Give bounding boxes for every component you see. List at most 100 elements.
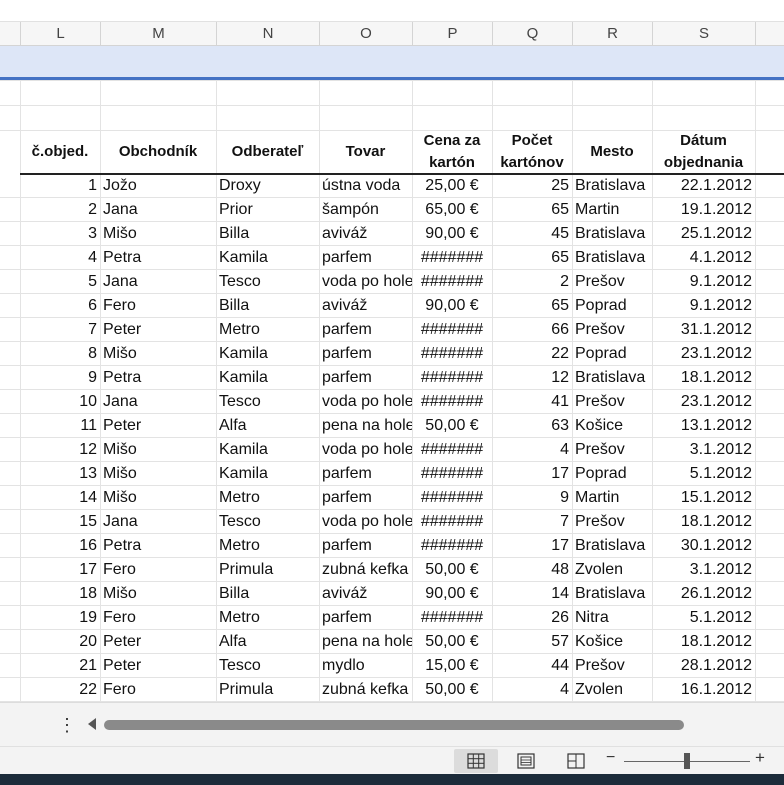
- cell-odberatel[interactable]: Droxy: [216, 174, 319, 198]
- cell-datum[interactable]: 15.1.2012: [652, 486, 755, 510]
- cell-obchodnik[interactable]: Jana: [100, 270, 216, 294]
- cell-odberatel[interactable]: Metro: [216, 318, 319, 342]
- cell-tovar[interactable]: zubná kefka: [319, 678, 412, 702]
- cell-tovar[interactable]: zubná kefka: [319, 558, 412, 582]
- cell-obchodnik[interactable]: Fero: [100, 678, 216, 702]
- vertical-dots-icon[interactable]: ⋮: [58, 715, 76, 735]
- cell-tovar[interactable]: parfem: [319, 462, 412, 486]
- cell-order-number[interactable]: 11: [20, 414, 100, 438]
- page-break-button[interactable]: [554, 749, 598, 773]
- cell-order-number[interactable]: 21: [20, 654, 100, 678]
- cell-tovar[interactable]: aviváž: [319, 294, 412, 318]
- cell-odberatel[interactable]: Alfa: [216, 630, 319, 654]
- cell-pocet[interactable]: 65: [492, 294, 572, 318]
- cell-order-number[interactable]: 5: [20, 270, 100, 294]
- cell-mesto[interactable]: Prešov: [572, 654, 652, 678]
- cell-mesto[interactable]: Zvolen: [572, 558, 652, 582]
- header-mesto[interactable]: Mesto: [572, 130, 652, 174]
- cell-datum[interactable]: 18.1.2012: [652, 366, 755, 390]
- cell-cena[interactable]: 50,00 €: [412, 558, 492, 582]
- cell-datum[interactable]: 3.1.2012: [652, 438, 755, 462]
- cell-datum[interactable]: 3.1.2012: [652, 558, 755, 582]
- cell-obchodnik[interactable]: Jana: [100, 510, 216, 534]
- column-header-p[interactable]: P: [412, 22, 492, 46]
- cell-mesto[interactable]: Poprad: [572, 294, 652, 318]
- cell-odberatel[interactable]: Metro: [216, 486, 319, 510]
- header-obchodnik[interactable]: Obchodník: [100, 130, 216, 174]
- cell-datum[interactable]: 4.1.2012: [652, 246, 755, 270]
- cell-pocet[interactable]: 65: [492, 246, 572, 270]
- column-header-l[interactable]: L: [20, 22, 100, 46]
- cell-obchodnik[interactable]: Mišo: [100, 486, 216, 510]
- column-header-m[interactable]: M: [100, 22, 216, 46]
- column-header-q[interactable]: Q: [492, 22, 572, 46]
- cell-pocet[interactable]: 48: [492, 558, 572, 582]
- cell-order-number[interactable]: 10: [20, 390, 100, 414]
- cell-tovar[interactable]: mydlo: [319, 654, 412, 678]
- cell-odberatel[interactable]: Kamila: [216, 246, 319, 270]
- cell-mesto[interactable]: Košice: [572, 630, 652, 654]
- cell-mesto[interactable]: Bratislava: [572, 222, 652, 246]
- cell-pocet[interactable]: 12: [492, 366, 572, 390]
- cell-pocet[interactable]: 66: [492, 318, 572, 342]
- cell-order-number[interactable]: 12: [20, 438, 100, 462]
- column-header-s[interactable]: S: [652, 22, 755, 46]
- cell-order-number[interactable]: 19: [20, 606, 100, 630]
- cell-odberatel[interactable]: Primula: [216, 678, 319, 702]
- cell-order-number[interactable]: 22: [20, 678, 100, 702]
- header-odberatel[interactable]: Odberateľ: [216, 130, 319, 174]
- cell-pocet[interactable]: 57: [492, 630, 572, 654]
- cell-obchodnik[interactable]: Petra: [100, 366, 216, 390]
- cell-pocet[interactable]: 14: [492, 582, 572, 606]
- cell-cena[interactable]: #######: [412, 510, 492, 534]
- cell-cena[interactable]: 25,00 €: [412, 174, 492, 198]
- cell-mesto[interactable]: Poprad: [572, 462, 652, 486]
- header-datum[interactable]: Dátum objednania: [652, 130, 755, 174]
- cell-obchodnik[interactable]: Fero: [100, 606, 216, 630]
- cell-mesto[interactable]: Martin: [572, 198, 652, 222]
- cell-datum[interactable]: 31.1.2012: [652, 318, 755, 342]
- cell-mesto[interactable]: Prešov: [572, 318, 652, 342]
- cell-tovar[interactable]: parfem: [319, 318, 412, 342]
- cell-odberatel[interactable]: Alfa: [216, 414, 319, 438]
- cell-obchodnik[interactable]: Fero: [100, 558, 216, 582]
- cell-datum[interactable]: 19.1.2012: [652, 198, 755, 222]
- cell-pocet[interactable]: 65: [492, 198, 572, 222]
- cell-obchodnik[interactable]: Petra: [100, 534, 216, 558]
- cell-tovar[interactable]: voda po holení: [319, 438, 412, 462]
- cell-datum[interactable]: 26.1.2012: [652, 582, 755, 606]
- cell-tovar[interactable]: parfem: [319, 534, 412, 558]
- cell-tovar[interactable]: pena na holenie: [319, 414, 412, 438]
- cell-mesto[interactable]: Martin: [572, 486, 652, 510]
- cell-pocet[interactable]: 17: [492, 534, 572, 558]
- cell-mesto[interactable]: Košice: [572, 414, 652, 438]
- cell-mesto[interactable]: Prešov: [572, 510, 652, 534]
- cell-odberatel[interactable]: Metro: [216, 534, 319, 558]
- cell-odberatel[interactable]: Billa: [216, 294, 319, 318]
- cell-obchodnik[interactable]: Mišo: [100, 582, 216, 606]
- cell-obchodnik[interactable]: Mišo: [100, 462, 216, 486]
- cell-order-number[interactable]: 7: [20, 318, 100, 342]
- cell-odberatel[interactable]: Kamila: [216, 438, 319, 462]
- cell-cena[interactable]: 50,00 €: [412, 678, 492, 702]
- cell-datum[interactable]: 5.1.2012: [652, 606, 755, 630]
- cell-datum[interactable]: 28.1.2012: [652, 654, 755, 678]
- page-layout-button[interactable]: [504, 749, 548, 773]
- cell-pocet[interactable]: 22: [492, 342, 572, 366]
- cell-cena[interactable]: #######: [412, 390, 492, 414]
- cell-odberatel[interactable]: Kamila: [216, 366, 319, 390]
- cell-order-number[interactable]: 1: [20, 174, 100, 198]
- cell-order-number[interactable]: 9: [20, 366, 100, 390]
- cell-order-number[interactable]: 16: [20, 534, 100, 558]
- cell-pocet[interactable]: 41: [492, 390, 572, 414]
- cell-pocet[interactable]: 2: [492, 270, 572, 294]
- cell-pocet[interactable]: 26: [492, 606, 572, 630]
- cell-order-number[interactable]: 3: [20, 222, 100, 246]
- cell-obchodnik[interactable]: Peter: [100, 414, 216, 438]
- cell-mesto[interactable]: Bratislava: [572, 534, 652, 558]
- cell-datum[interactable]: 18.1.2012: [652, 630, 755, 654]
- cell-tovar[interactable]: ústna voda: [319, 174, 412, 198]
- cell-tovar[interactable]: parfem: [319, 486, 412, 510]
- cell-mesto[interactable]: Prešov: [572, 270, 652, 294]
- column-header-r[interactable]: R: [572, 22, 652, 46]
